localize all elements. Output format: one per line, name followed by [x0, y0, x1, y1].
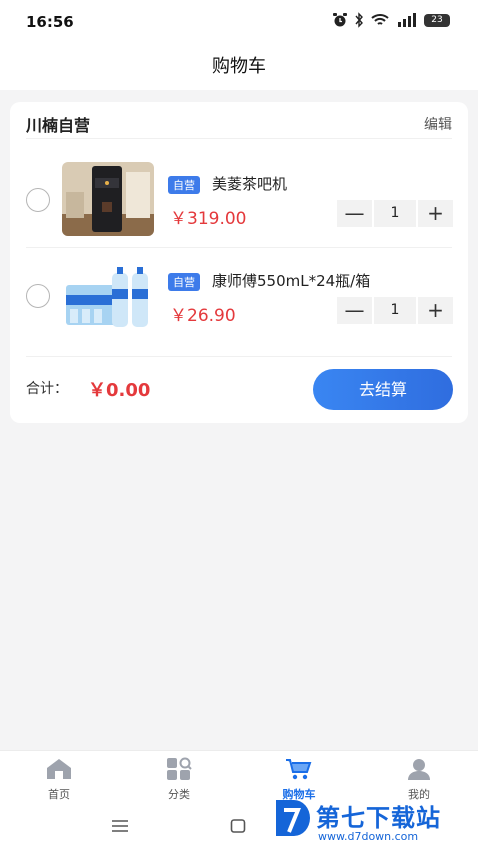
tab-label: 首页 [48, 788, 70, 801]
decrease-quantity-button[interactable]: — [337, 200, 372, 227]
cart-icon [286, 759, 312, 780]
status-time: 16:56 [26, 13, 74, 31]
tab-home[interactable]: 首页 [19, 757, 99, 802]
status-bar: 16:56 23 [0, 0, 478, 44]
product-name[interactable]: 美菱茶吧机 [212, 173, 287, 194]
wifi-icon [371, 14, 389, 25]
page-header: 购物车 [0, 44, 478, 90]
quantity-stepper: — 1 + [337, 200, 453, 227]
item-select-radio[interactable] [26, 284, 50, 308]
store-name: 川楠自营 [26, 116, 91, 135]
home-icon [47, 759, 71, 779]
profile-icon [408, 759, 430, 780]
decrease-quantity-button[interactable]: — [337, 297, 372, 324]
menu-icon[interactable] [111, 818, 129, 834]
cart-store-card: 川楠自营 编辑 自营 美菱茶吧机 ￥319.00 — 1 + 自营 康师傅550… [10, 102, 468, 423]
increase-quantity-button[interactable]: + [418, 200, 453, 227]
quantity-stepper: — 1 + [337, 297, 453, 324]
tab-category[interactable]: 分类 [139, 757, 219, 802]
quantity-value[interactable]: 1 [374, 297, 416, 324]
divider [26, 247, 452, 248]
cart-item: 自营 美菱茶吧机 ￥319.00 — 1 + [10, 160, 468, 240]
status-icons: 23 [332, 12, 450, 28]
alarm-icon [333, 13, 347, 27]
bluetooth-icon [355, 12, 363, 28]
self-operated-tag: 自营 [168, 273, 200, 291]
cart-item: 自营 康师傅550mL*24瓶/箱 ￥26.90 — 1 + [10, 257, 468, 337]
product-price: ￥319.00 [170, 209, 247, 229]
quantity-value[interactable]: 1 [374, 200, 416, 227]
self-operated-tag: 自营 [168, 176, 200, 194]
total-label: 合计： [26, 381, 68, 397]
page-title: 购物车 [212, 56, 266, 77]
checkout-button[interactable]: 去结算 [313, 369, 453, 410]
category-icon [167, 757, 192, 780]
battery-icon: 23 [424, 13, 450, 27]
tab-label: 分类 [168, 788, 190, 801]
home-square-icon[interactable] [230, 818, 246, 834]
product-name[interactable]: 康师傅550mL*24瓶/箱 [212, 270, 370, 291]
divider [26, 138, 452, 139]
item-select-radio[interactable] [26, 188, 50, 212]
watermark-logo: 第七下载站 www.d7down.com [272, 796, 472, 848]
watermark-url: www.d7down.com [318, 830, 419, 843]
product-image-tea-bar[interactable] [62, 162, 154, 236]
divider [26, 356, 452, 357]
increase-quantity-button[interactable]: + [418, 297, 453, 324]
product-price: ￥26.90 [170, 306, 236, 326]
edit-button[interactable]: 编辑 [424, 114, 452, 134]
watermark-name: 第七下载站 [316, 804, 441, 832]
signal-icon [398, 13, 416, 27]
total-value: ￥0.00 [88, 380, 151, 401]
product-image-water[interactable] [62, 259, 154, 333]
d7-logo-icon [276, 800, 310, 836]
